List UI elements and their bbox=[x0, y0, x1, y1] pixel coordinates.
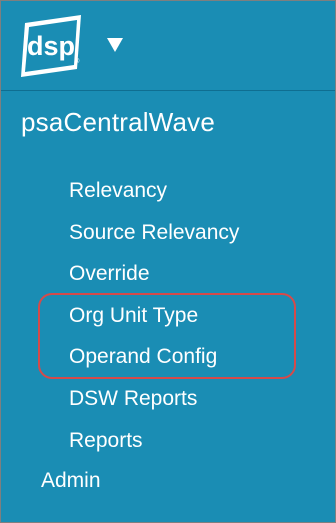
nav-item-source-relevancy[interactable]: Source Relevancy bbox=[69, 220, 239, 246]
svg-text:dsp: dsp bbox=[27, 31, 75, 61]
dsp-logo[interactable]: dsp ® bbox=[19, 13, 87, 79]
app-title: psaCentralWave bbox=[21, 107, 216, 137]
nav-item-operand-config[interactable]: Operand Config bbox=[69, 344, 217, 370]
caret-down-icon[interactable] bbox=[107, 38, 123, 52]
nav-item-dsw-reports[interactable]: DSW Reports bbox=[69, 386, 197, 412]
nav-item-org-unit-type[interactable]: Org Unit Type bbox=[69, 303, 198, 329]
navigation-panel: dsp ® psaCentralWave Relevancy Source Re… bbox=[0, 0, 336, 523]
header-divider bbox=[1, 90, 335, 91]
nav-item-admin[interactable]: Admin bbox=[41, 468, 101, 494]
nav-item-override[interactable]: Override bbox=[69, 261, 150, 287]
header-bar: dsp ® bbox=[1, 1, 335, 91]
nav-item-relevancy[interactable]: Relevancy bbox=[69, 178, 167, 204]
nav-item-reports[interactable]: Reports bbox=[69, 428, 143, 454]
svg-text:®: ® bbox=[75, 58, 80, 65]
